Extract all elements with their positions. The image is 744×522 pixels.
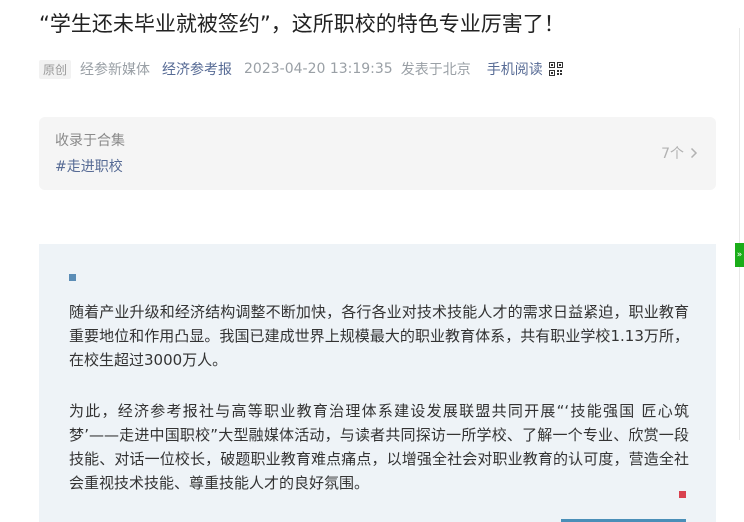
qr-code-icon[interactable] <box>548 62 563 76</box>
mobile-read-link[interactable]: 手机阅读 <box>487 59 543 79</box>
intro-paragraph-2: 为此，经济参考报社与高等职业教育治理体系建设发展联盟共同开展“‘技能强国 匠心筑… <box>69 402 689 492</box>
intro-paragraph-1: 随着产业升级和经济结构调整不断加快，各行各业对技术技能人才的需求日益紧迫，职业教… <box>69 303 689 369</box>
collection-tag-link[interactable]: #走进职校 <box>55 157 700 177</box>
collection-count[interactable]: 7个 <box>661 143 698 163</box>
publish-datetime: 2023-04-20 13:19:35 <box>244 61 393 77</box>
article-meta: 原创 经参新媒体 经济参考报 2023-04-20 13:19:35 发表于北京… <box>39 58 563 80</box>
account-link[interactable]: 经济参考报 <box>162 59 232 79</box>
original-badge: 原创 <box>39 59 72 79</box>
intro-block: 随着产业升级和经济结构调整不断加快，各行各业对技术技能人才的需求日益紧迫，职业教… <box>39 244 716 522</box>
publish-location: 发表于北京 <box>400 62 471 78</box>
collection-count-text: 7个 <box>661 146 684 162</box>
side-float-tab[interactable]: » <box>735 243 744 267</box>
collection-label: 收录于合集 <box>55 133 125 149</box>
decor-square-red <box>679 491 686 498</box>
chevron-right-icon <box>690 147 698 159</box>
scroll-track <box>739 28 740 440</box>
author-name: 经参新媒体 <box>80 62 151 78</box>
article-title: “学生还未毕业就被签约”，这所职校的特色专业厉害了！ <box>39 12 565 36</box>
decor-square-blue <box>69 274 76 281</box>
collection-card[interactable]: 收录于合集 #走进职校 7个 <box>39 117 716 190</box>
